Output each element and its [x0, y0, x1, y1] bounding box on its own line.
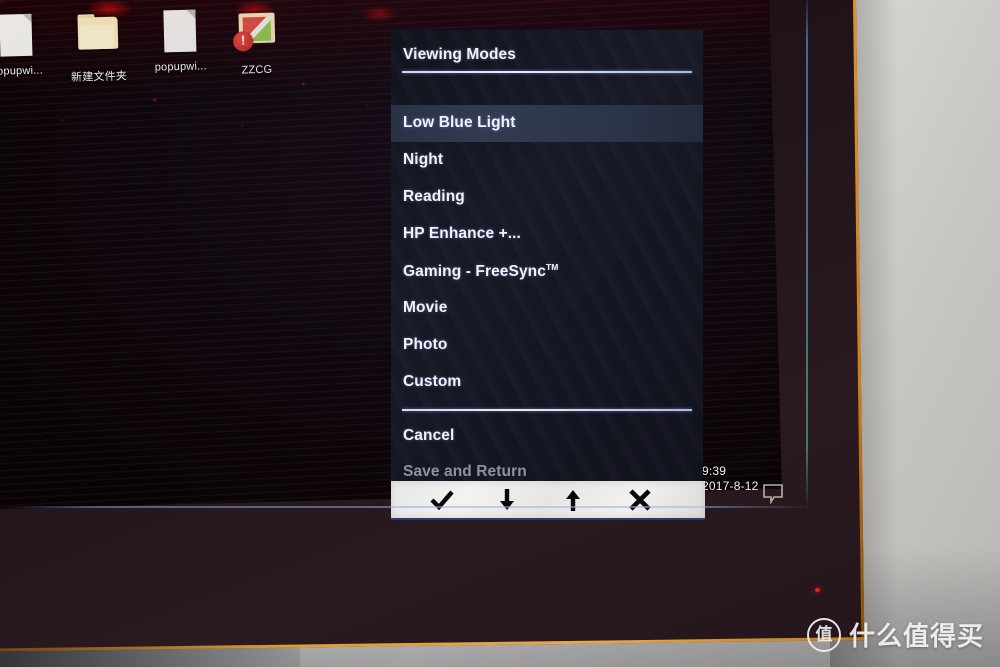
osd-item-label: Reading	[403, 188, 465, 205]
osd-up-button[interactable]	[538, 481, 608, 518]
osd-item-label: Custom	[403, 373, 462, 390]
trademark-mark: TM	[545, 262, 559, 272]
osd-down-button[interactable]	[472, 481, 542, 518]
osd-item-label: Photo	[403, 336, 448, 353]
osd-divider-bottom	[402, 409, 692, 411]
osd-item-low-blue-light[interactable]: Low Blue Light	[391, 105, 703, 142]
osd-exit-button[interactable]	[605, 481, 675, 518]
osd-item-gaming-freesync[interactable]: Gaming - FreeSyncTM	[391, 253, 703, 290]
osd-item-label: HP Enhance +...	[403, 225, 521, 242]
osd-item-custom[interactable]: Custom	[391, 364, 703, 401]
osd-item-hp-enhance[interactable]: HP Enhance +...	[391, 216, 703, 253]
watermark-text: 什么值得买	[848, 621, 984, 651]
osd-item-label: Movie	[403, 299, 448, 316]
watermark: 值 什么值得买	[806, 616, 984, 653]
osd-item-label: Gaming - FreeSyncTM	[403, 262, 559, 281]
osd-item-movie[interactable]: Movie	[391, 290, 703, 327]
osd-action-label: Cancel	[403, 427, 455, 444]
osd-action-cancel[interactable]: Cancel	[391, 418, 703, 455]
osd-item-night[interactable]: Night	[391, 142, 703, 179]
osd-viewing-modes-menu: Viewing Modes Low Blue Light Night Readi…	[391, 30, 703, 485]
watermark-badge: 值	[806, 617, 841, 652]
osd-button-bar	[391, 481, 705, 520]
photo-scene: Popupwin... popupwi... 新建文件夹 popupwi...	[0, 0, 1000, 667]
osd-action-label: Save and Return	[403, 463, 527, 480]
osd-item-label: Low Blue Light	[403, 114, 516, 131]
osd-item-label: Night	[403, 151, 444, 168]
clock-time: 9:39	[702, 464, 727, 478]
osd-divider-top	[402, 71, 692, 73]
screen-right-edge-glint	[806, 0, 808, 510]
osd-item-photo[interactable]: Photo	[391, 327, 703, 364]
osd-item-reading[interactable]: Reading	[391, 179, 703, 216]
screen-bottom-edge-glint	[0, 506, 812, 508]
osd-title: Viewing Modes	[403, 46, 516, 63]
osd-confirm-button[interactable]	[407, 481, 477, 518]
power-led	[815, 588, 820, 592]
